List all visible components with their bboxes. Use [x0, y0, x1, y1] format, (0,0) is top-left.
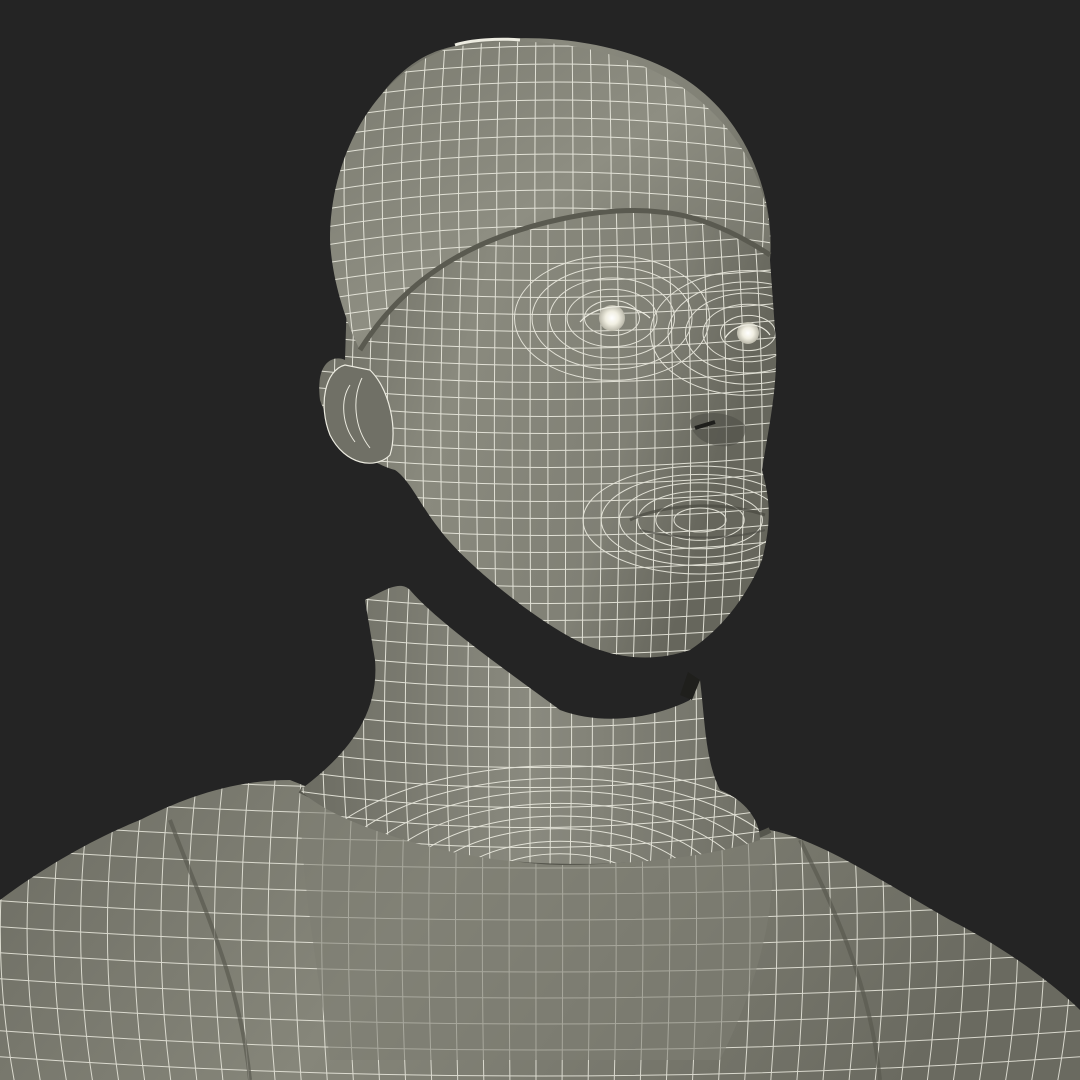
render-viewport: [0, 0, 1080, 1080]
render-canvas: [0, 0, 1080, 1080]
